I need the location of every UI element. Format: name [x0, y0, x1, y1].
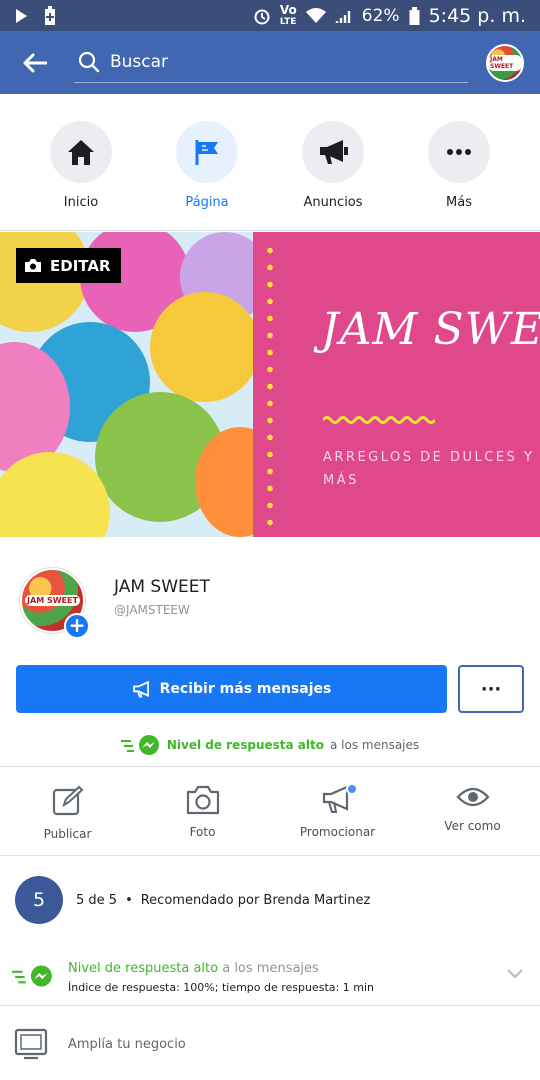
rating-badge: 5 — [15, 876, 63, 924]
nav-label: Anuncios — [303, 195, 363, 210]
nav-circle — [428, 121, 490, 183]
response-rate-row: Nivel de respuesta alto a los mensajes — [0, 730, 540, 760]
megaphone-icon — [132, 680, 149, 698]
recommendation-row[interactable]: 5 5 de 5 • Recomendado por Brenda Martinez — [0, 860, 540, 940]
page-nav: Inicio Página Anuncios Más — [0, 94, 540, 231]
wavy-line — [323, 416, 435, 424]
page-actions: Publicar Foto Promocionar Ver como — [0, 766, 540, 856]
edit-cover-button[interactable]: EDITAR — [16, 248, 121, 283]
megaphone-icon — [320, 140, 348, 164]
nav-label: Inicio — [63, 195, 99, 210]
nav-circle — [302, 121, 364, 183]
response-rate-rest: a los mensajes — [329, 738, 420, 752]
monitor-icon — [14, 1028, 48, 1060]
add-photo-button[interactable]: + — [64, 613, 90, 639]
action-promote[interactable]: Promocionar — [270, 767, 405, 855]
grow-business-row[interactable]: Amplía tu negocio — [0, 1008, 540, 1080]
home-icon — [68, 140, 94, 165]
action-view-as[interactable]: Ver como — [405, 767, 540, 855]
cover-banner: JAM SWEE ARREGLOS DE DULCES Y MÁS — [253, 232, 540, 537]
notification-dot — [346, 783, 358, 795]
wifi-icon — [305, 7, 326, 23]
page-title: JAM SWEET — [114, 577, 210, 597]
cover-photo[interactable]: JAM SWEE ARREGLOS DE DULCES Y MÁS EDITAR — [0, 232, 540, 537]
dot-border — [267, 242, 273, 532]
nav-item-page[interactable]: Página — [152, 94, 262, 230]
app-header: Buscar JAM SWEET — [0, 31, 540, 94]
cover-brand-title: JAM SWEE — [321, 304, 540, 355]
search-icon — [78, 51, 100, 73]
arrow-left-icon — [23, 53, 47, 72]
battery-saver-icon — [45, 5, 55, 25]
status-bar: Vo LTE 62% 5:45 p. m. — [0, 0, 540, 31]
nav-item-ads[interactable]: Anuncios — [278, 94, 388, 230]
recommendation-text: 5 de 5 • Recomendado por Brenda Martinez — [76, 892, 371, 908]
flag-icon — [195, 140, 218, 165]
volte-indicator: Vo LTE — [279, 2, 297, 27]
search-input[interactable]: Buscar — [74, 43, 468, 83]
nav-circle — [176, 121, 238, 183]
camera-icon — [25, 259, 41, 272]
back-button[interactable] — [0, 31, 70, 94]
more-options-button[interactable]: ··· — [458, 665, 524, 713]
get-more-messages-button[interactable]: Recibir más mensajes — [16, 665, 447, 713]
response-detail-row[interactable]: Nivel de respuesta alto a los mensajes Í… — [0, 948, 540, 1006]
nav-label: Más — [446, 195, 472, 210]
signal-icon — [335, 10, 350, 23]
eye-icon — [455, 787, 490, 807]
action-publish[interactable]: Publicar — [0, 767, 135, 855]
action-photo[interactable]: Foto — [135, 767, 270, 855]
page-handle: @JAMSTEEW — [114, 603, 190, 617]
play-icon — [16, 8, 27, 23]
cover-subtitle: ARREGLOS DE DULCES Y MÁS — [323, 450, 535, 488]
page-identity: JAM SWEET + JAM SWEET @JAMSTEEW — [0, 537, 540, 657]
search-placeholder: Buscar — [110, 52, 169, 72]
nav-circle — [50, 121, 112, 183]
nav-item-home[interactable]: Inicio — [26, 94, 136, 230]
edit-icon — [52, 785, 83, 816]
messenger-fast-icon — [12, 965, 52, 987]
response-rate-highlight: Nivel de respuesta alto — [166, 738, 324, 752]
chevron-down-icon[interactable] — [506, 968, 524, 980]
battery-percent: 62% — [361, 5, 400, 26]
response-detail-text: Índice de respuesta: 100%; tiempo de res… — [68, 981, 374, 994]
alarm-icon — [254, 9, 270, 24]
header-avatar[interactable]: JAM SWEET — [486, 43, 524, 82]
nav-item-more[interactable]: Más — [404, 94, 514, 230]
more-icon — [447, 149, 471, 155]
camera-icon — [186, 785, 219, 815]
clock: 5:45 p. m. — [428, 4, 526, 27]
nav-label: Página — [185, 195, 229, 210]
battery-icon — [409, 6, 420, 25]
messenger-fast-icon — [120, 735, 159, 755]
response-detail-title: Nivel de respuesta alto a los mensajes — [68, 961, 319, 976]
